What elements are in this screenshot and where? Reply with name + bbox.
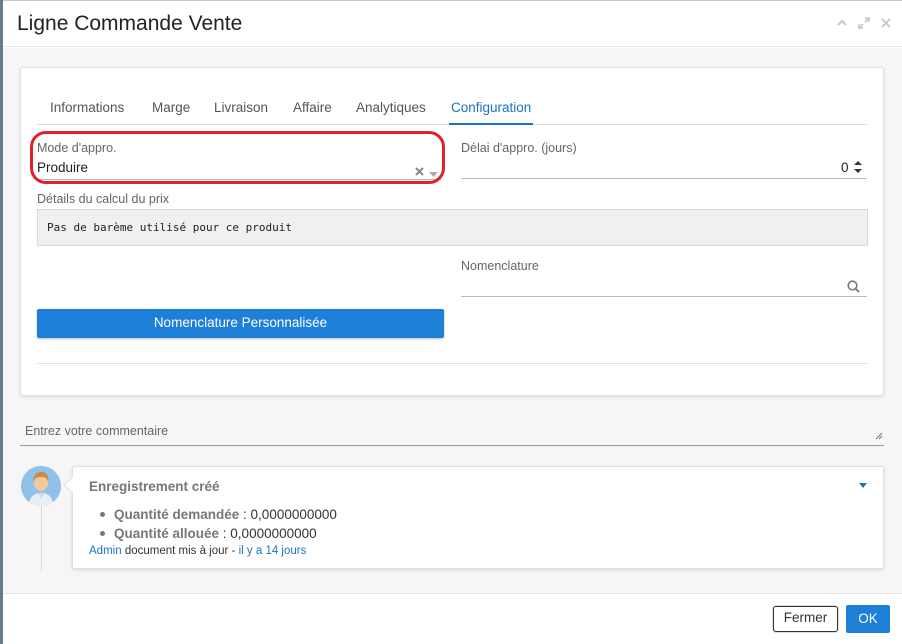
bom-underline xyxy=(461,296,867,297)
activity-title: Enregistrement créé xyxy=(89,479,220,494)
timeline-line xyxy=(41,503,42,571)
annotation-highlight xyxy=(30,131,445,184)
tab-affaire[interactable]: Affaire xyxy=(292,93,333,125)
supply-delay-input[interactable]: 0 xyxy=(841,160,849,175)
header-actions xyxy=(835,17,892,31)
expand-icon[interactable] xyxy=(857,17,870,31)
dialog-body: Informations Marge Livraison Affaire Ana… xyxy=(3,48,902,593)
chevron-down-icon[interactable] xyxy=(859,483,867,488)
search-icon[interactable] xyxy=(847,280,860,296)
resize-grip-icon[interactable] xyxy=(875,428,883,443)
avatar xyxy=(21,466,61,506)
dialog: Ligne Commande Vente Informations Marge … xyxy=(3,0,902,644)
list-item: Quantité demandée : 0,0000000000 xyxy=(97,505,337,524)
activity-separator: - xyxy=(231,545,236,557)
bom-label: Nomenclature xyxy=(461,259,539,273)
close-icon[interactable] xyxy=(879,17,892,31)
card-divider xyxy=(37,363,868,364)
ok-button[interactable]: OK xyxy=(846,605,890,633)
activity-meta: Admin document mis à jour - il y a 14 jo… xyxy=(89,545,306,557)
list-item: Quantité allouée : 0,0000000000 xyxy=(97,524,337,543)
comment-placeholder: Entrez votre commentaire xyxy=(25,424,169,438)
dialog-header: Ligne Commande Vente xyxy=(3,1,902,47)
tab-marge[interactable]: Marge xyxy=(151,93,191,125)
dialog-footer: Fermer OK xyxy=(3,593,902,644)
tab-informations[interactable]: Informations xyxy=(49,93,125,125)
change-value: 0,0000000000 xyxy=(230,526,317,541)
activity-pointer xyxy=(63,476,81,494)
change-value: 0,0000000000 xyxy=(250,507,337,522)
author-link[interactable]: Admin xyxy=(89,545,122,557)
tab-bar: Informations Marge Livraison Affaire Ana… xyxy=(37,93,868,125)
change-label: Quantité demandée xyxy=(114,507,240,522)
supply-delay-label: Délai d'appro. (jours) xyxy=(461,141,577,155)
tab-analytiques[interactable]: Analytiques xyxy=(355,93,427,125)
form-card: Informations Marge Livraison Affaire Ana… xyxy=(20,67,884,396)
change-list: Quantité demandée : 0,0000000000 Quantit… xyxy=(97,505,337,543)
close-button[interactable]: Fermer xyxy=(773,606,838,632)
activity-entry: Enregistrement créé Quantité demandée : … xyxy=(63,466,884,569)
price-details-box: Pas de barème utilisé pour ce produit xyxy=(37,209,868,246)
activity-time-link[interactable]: il y a 14 jours xyxy=(239,545,307,557)
price-details-label: Détails du calcul du prix xyxy=(37,192,170,206)
custom-bom-button[interactable]: Nomenclature Personnalisée xyxy=(37,309,444,338)
supply-delay-underline xyxy=(461,178,867,179)
tab-configuration[interactable]: Configuration xyxy=(449,93,534,125)
dialog-title: Ligne Commande Vente xyxy=(17,12,243,35)
activity-action: document mis à jour xyxy=(124,545,229,557)
spinner-icon[interactable] xyxy=(854,160,862,177)
comment-input[interactable]: Entrez votre commentaire xyxy=(20,417,884,446)
change-label: Quantité allouée xyxy=(114,526,220,541)
chevron-up-icon[interactable] xyxy=(835,17,848,31)
tab-livraison[interactable]: Livraison xyxy=(213,93,269,125)
